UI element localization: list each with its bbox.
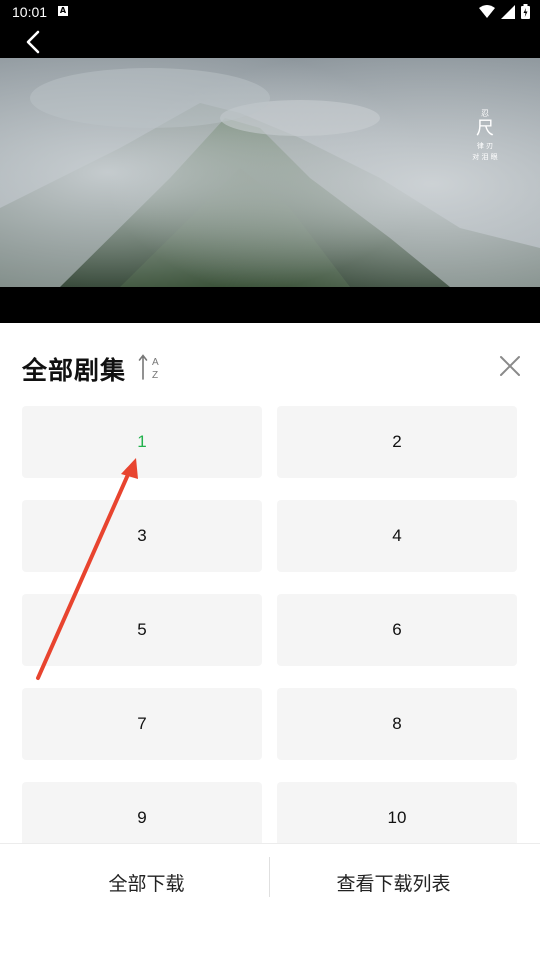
episode-list[interactable]: 1 2 3 4 5 6 7 8 9 10 <box>0 406 540 843</box>
status-bar: 10:01 A <box>0 0 540 24</box>
episode-item-4[interactable]: 4 <box>277 500 517 572</box>
close-button[interactable] <box>497 353 523 379</box>
sort-letter-z: Z <box>152 370 158 381</box>
episode-item-9[interactable]: 9 <box>22 782 262 843</box>
video-watermark: 忍 尺 律 刃 对 泪 眼 <box>470 109 500 162</box>
episode-item-1[interactable]: 1 <box>22 406 262 478</box>
bottom-action-bar: 全部下载 查看下载列表 <box>0 843 540 961</box>
back-button[interactable] <box>20 28 48 56</box>
signal-icon <box>501 4 515 19</box>
sort-order-icon[interactable]: A Z <box>138 353 162 381</box>
episode-item-8[interactable]: 8 <box>277 688 517 760</box>
episode-item-7[interactable]: 7 <box>22 688 262 760</box>
panel-title: 全部剧集 <box>22 356 127 385</box>
video-top-bar <box>0 24 540 58</box>
episode-item-5[interactable]: 5 <box>22 594 262 666</box>
status-time: 10:01 <box>12 4 48 20</box>
sort-letter-a: A <box>152 357 159 368</box>
close-icon <box>500 356 520 376</box>
episode-item-2[interactable]: 2 <box>277 406 517 478</box>
notification-icon: A <box>58 6 68 16</box>
view-download-list-button[interactable]: 查看下载列表 <box>259 844 528 920</box>
download-all-button[interactable]: 全部下载 <box>12 844 281 920</box>
watermark-line: 尺 <box>476 117 494 139</box>
battery-icon <box>521 4 530 19</box>
watermark-line: 律 刃 <box>476 141 494 150</box>
watermark-line: 对 泪 眼 <box>472 153 498 162</box>
episode-item-6[interactable]: 6 <box>277 594 517 666</box>
wifi-icon <box>479 4 495 18</box>
status-icons <box>479 4 530 19</box>
video-frame-mountain <box>0 58 540 287</box>
video-letterbox <box>0 287 540 323</box>
episode-item-10[interactable]: 10 <box>277 782 517 843</box>
video-player[interactable]: 忍 尺 律 刃 对 泪 眼 <box>0 58 540 287</box>
episode-item-3[interactable]: 3 <box>22 500 262 572</box>
back-arrow-icon <box>26 30 40 54</box>
